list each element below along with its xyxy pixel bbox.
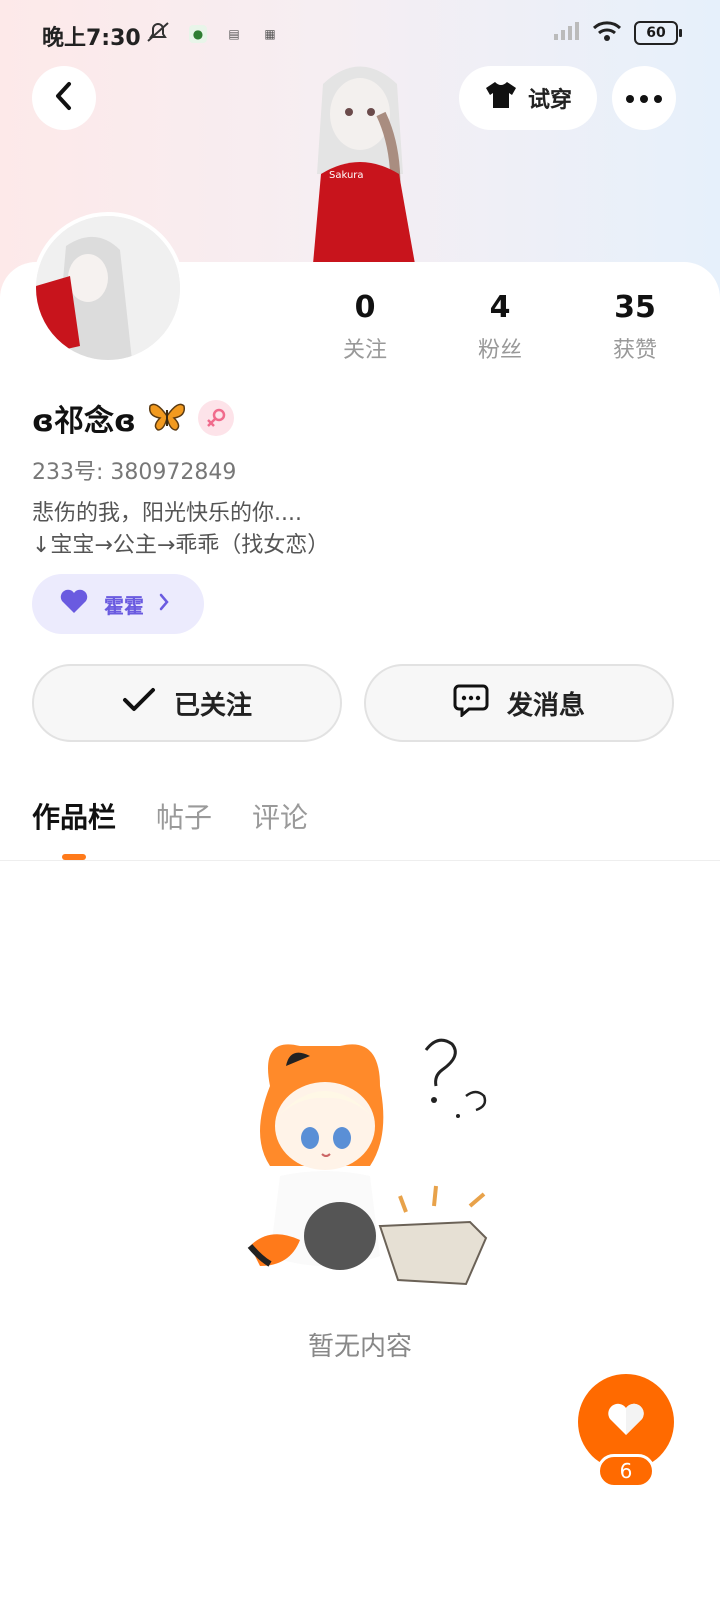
tab-posts[interactable]: 帖子 [156, 796, 212, 860]
stat-value: 0 [354, 290, 376, 325]
tag-label: 霍霍 [104, 593, 144, 618]
tag-pill[interactable]: 霍霍 [32, 574, 204, 634]
female-gender-icon [197, 400, 234, 436]
stat-value: 4 [489, 290, 511, 325]
stat-value: 35 [614, 290, 656, 325]
chevron-left-icon [53, 81, 75, 115]
heart-icon [606, 1403, 646, 1441]
svg-text:Sakura: Sakura [329, 170, 364, 181]
status-icons-left: ● ▤ ▦ [145, 20, 279, 48]
bio: 悲伤的我，阳光快乐的你.... ↓宝宝→公主→乖乖（找女恋） [32, 498, 329, 562]
heart-icon [58, 589, 90, 620]
app-notification-icon: ▤ [228, 27, 240, 41]
tabs-divider [0, 860, 720, 861]
message-label: 发消息 [506, 690, 585, 721]
stat-label: 关注 [342, 338, 387, 363]
try-on-button[interactable]: 试穿 [459, 66, 597, 130]
empty-state-text: 暂无内容 [307, 1332, 412, 1362]
chat-bubble-icon [453, 683, 489, 724]
stat-label: 粉丝 [477, 338, 522, 363]
checkmark-icon [122, 687, 156, 720]
app-notification-icon: ● [189, 25, 207, 43]
more-options-button[interactable] [612, 66, 676, 130]
stat-following[interactable]: 0 关注 [300, 290, 430, 364]
like-count-badge: 6 [597, 1454, 655, 1488]
tab-comments[interactable]: 评论 [252, 796, 308, 860]
butterfly-icon [148, 400, 186, 436]
stat-likes[interactable]: 35 获赞 [570, 290, 700, 364]
app-notification-icon: ▦ [264, 27, 276, 41]
back-button[interactable] [32, 66, 96, 130]
follow-button[interactable]: 已关注 [32, 664, 342, 742]
mute-icon [145, 20, 171, 48]
chevron-right-icon [158, 592, 170, 616]
stat-followers[interactable]: 4 粉丝 [435, 290, 565, 364]
status-right: 60 [552, 20, 682, 46]
more-dots-icon [624, 89, 664, 108]
nickname: ɞ祁念ɞ [32, 404, 136, 439]
wifi-icon [592, 20, 622, 46]
empty-state-illustration [230, 1026, 500, 1286]
battery-indicator: 60 [634, 21, 682, 45]
bio-line: 悲伤的我，阳光快乐的你.... [32, 501, 302, 526]
bio-line: ↓宝宝→公主→乖乖（找女恋） [32, 533, 330, 558]
stat-label: 获赞 [612, 338, 657, 363]
user-id: 233号: 380972849 [32, 460, 237, 485]
status-time: 晚上7:30 [42, 26, 141, 51]
tab-works[interactable]: 作品栏 [32, 796, 116, 860]
avatar[interactable] [32, 212, 184, 364]
nickname-row: ɞ祁念ɞ [32, 396, 234, 440]
try-on-label: 试穿 [527, 88, 572, 113]
message-button[interactable]: 发消息 [364, 664, 674, 742]
stats-row: 0 关注 4 粉丝 35 获赞 [300, 290, 700, 364]
shirt-icon [484, 80, 518, 116]
banner-character-image: Sakura [285, 54, 435, 264]
follow-label: 已关注 [173, 690, 252, 721]
content-tabs: 作品栏 帖子 评论 [32, 796, 308, 860]
signal-icon [552, 20, 580, 46]
